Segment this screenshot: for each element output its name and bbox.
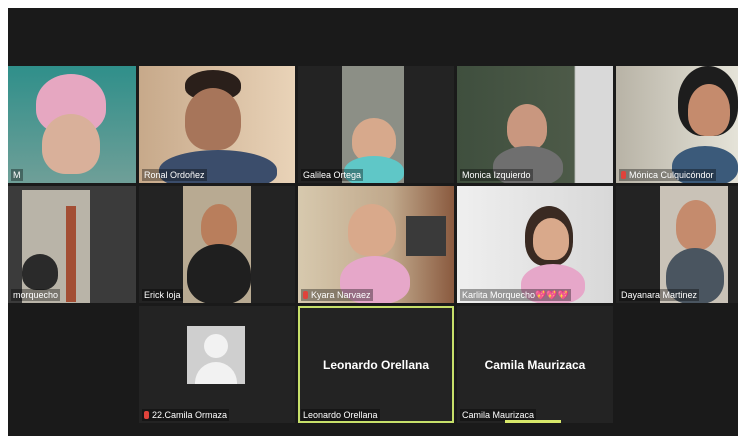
video-tile[interactable]: Galilea Ortega — [298, 66, 454, 183]
video-tile[interactable]: Erick loja — [139, 186, 295, 303]
muted-mic-icon — [621, 171, 626, 179]
participant-name: Leonardo Orellana — [301, 409, 380, 421]
video-tile[interactable]: Monica Izquierdo — [457, 66, 613, 183]
participant-name: Kyara Narvaez — [301, 289, 373, 301]
video-tile[interactable]: 22.Camila Ormaza — [139, 306, 295, 423]
video-tile[interactable]: Dayanara Martinez — [616, 186, 738, 303]
video-tile[interactable]: Karlita Morquecho💖💖💖 — [457, 186, 613, 303]
participant-name: Karlita Morquecho💖💖💖 — [460, 289, 571, 301]
avatar — [187, 326, 245, 384]
video-tile[interactable]: Mónica Culquicóndor — [616, 66, 738, 183]
video-tile[interactable]: Camila Maurizaca Camila Maurizaca — [457, 306, 613, 423]
participant-name: morquecho — [11, 289, 61, 301]
video-tile[interactable]: Ronal Ordoñez — [139, 66, 295, 183]
participant-name: Ronal Ordoñez — [142, 169, 207, 181]
participant-display-name: Leonardo Orellana — [322, 358, 430, 372]
muted-mic-icon — [303, 291, 308, 299]
participant-name: Mónica Culquicóndor — [619, 169, 716, 181]
participant-name: M — [11, 169, 23, 181]
video-gallery: M Ronal Ordoñez Galilea Ortega Monica Iz… — [8, 8, 738, 436]
participant-name: 22.Camila Ormaza — [142, 409, 230, 421]
participant-name: Galilea Ortega — [301, 169, 364, 181]
participant-name: Monica Izquierdo — [460, 169, 533, 181]
participant-name: Erick loja — [142, 289, 183, 301]
video-tile-active-speaker[interactable]: Leonardo Orellana Leonardo Orellana — [298, 306, 454, 423]
participant-name: Dayanara Martinez — [619, 289, 700, 301]
video-tile[interactable]: morquecho — [8, 186, 136, 303]
video-tile[interactable]: M — [8, 66, 136, 183]
video-tile[interactable]: Kyara Narvaez — [298, 186, 454, 303]
speaking-indicator — [505, 420, 561, 423]
muted-mic-icon — [144, 411, 149, 419]
participant-display-name: Camila Maurizaca — [484, 358, 586, 372]
